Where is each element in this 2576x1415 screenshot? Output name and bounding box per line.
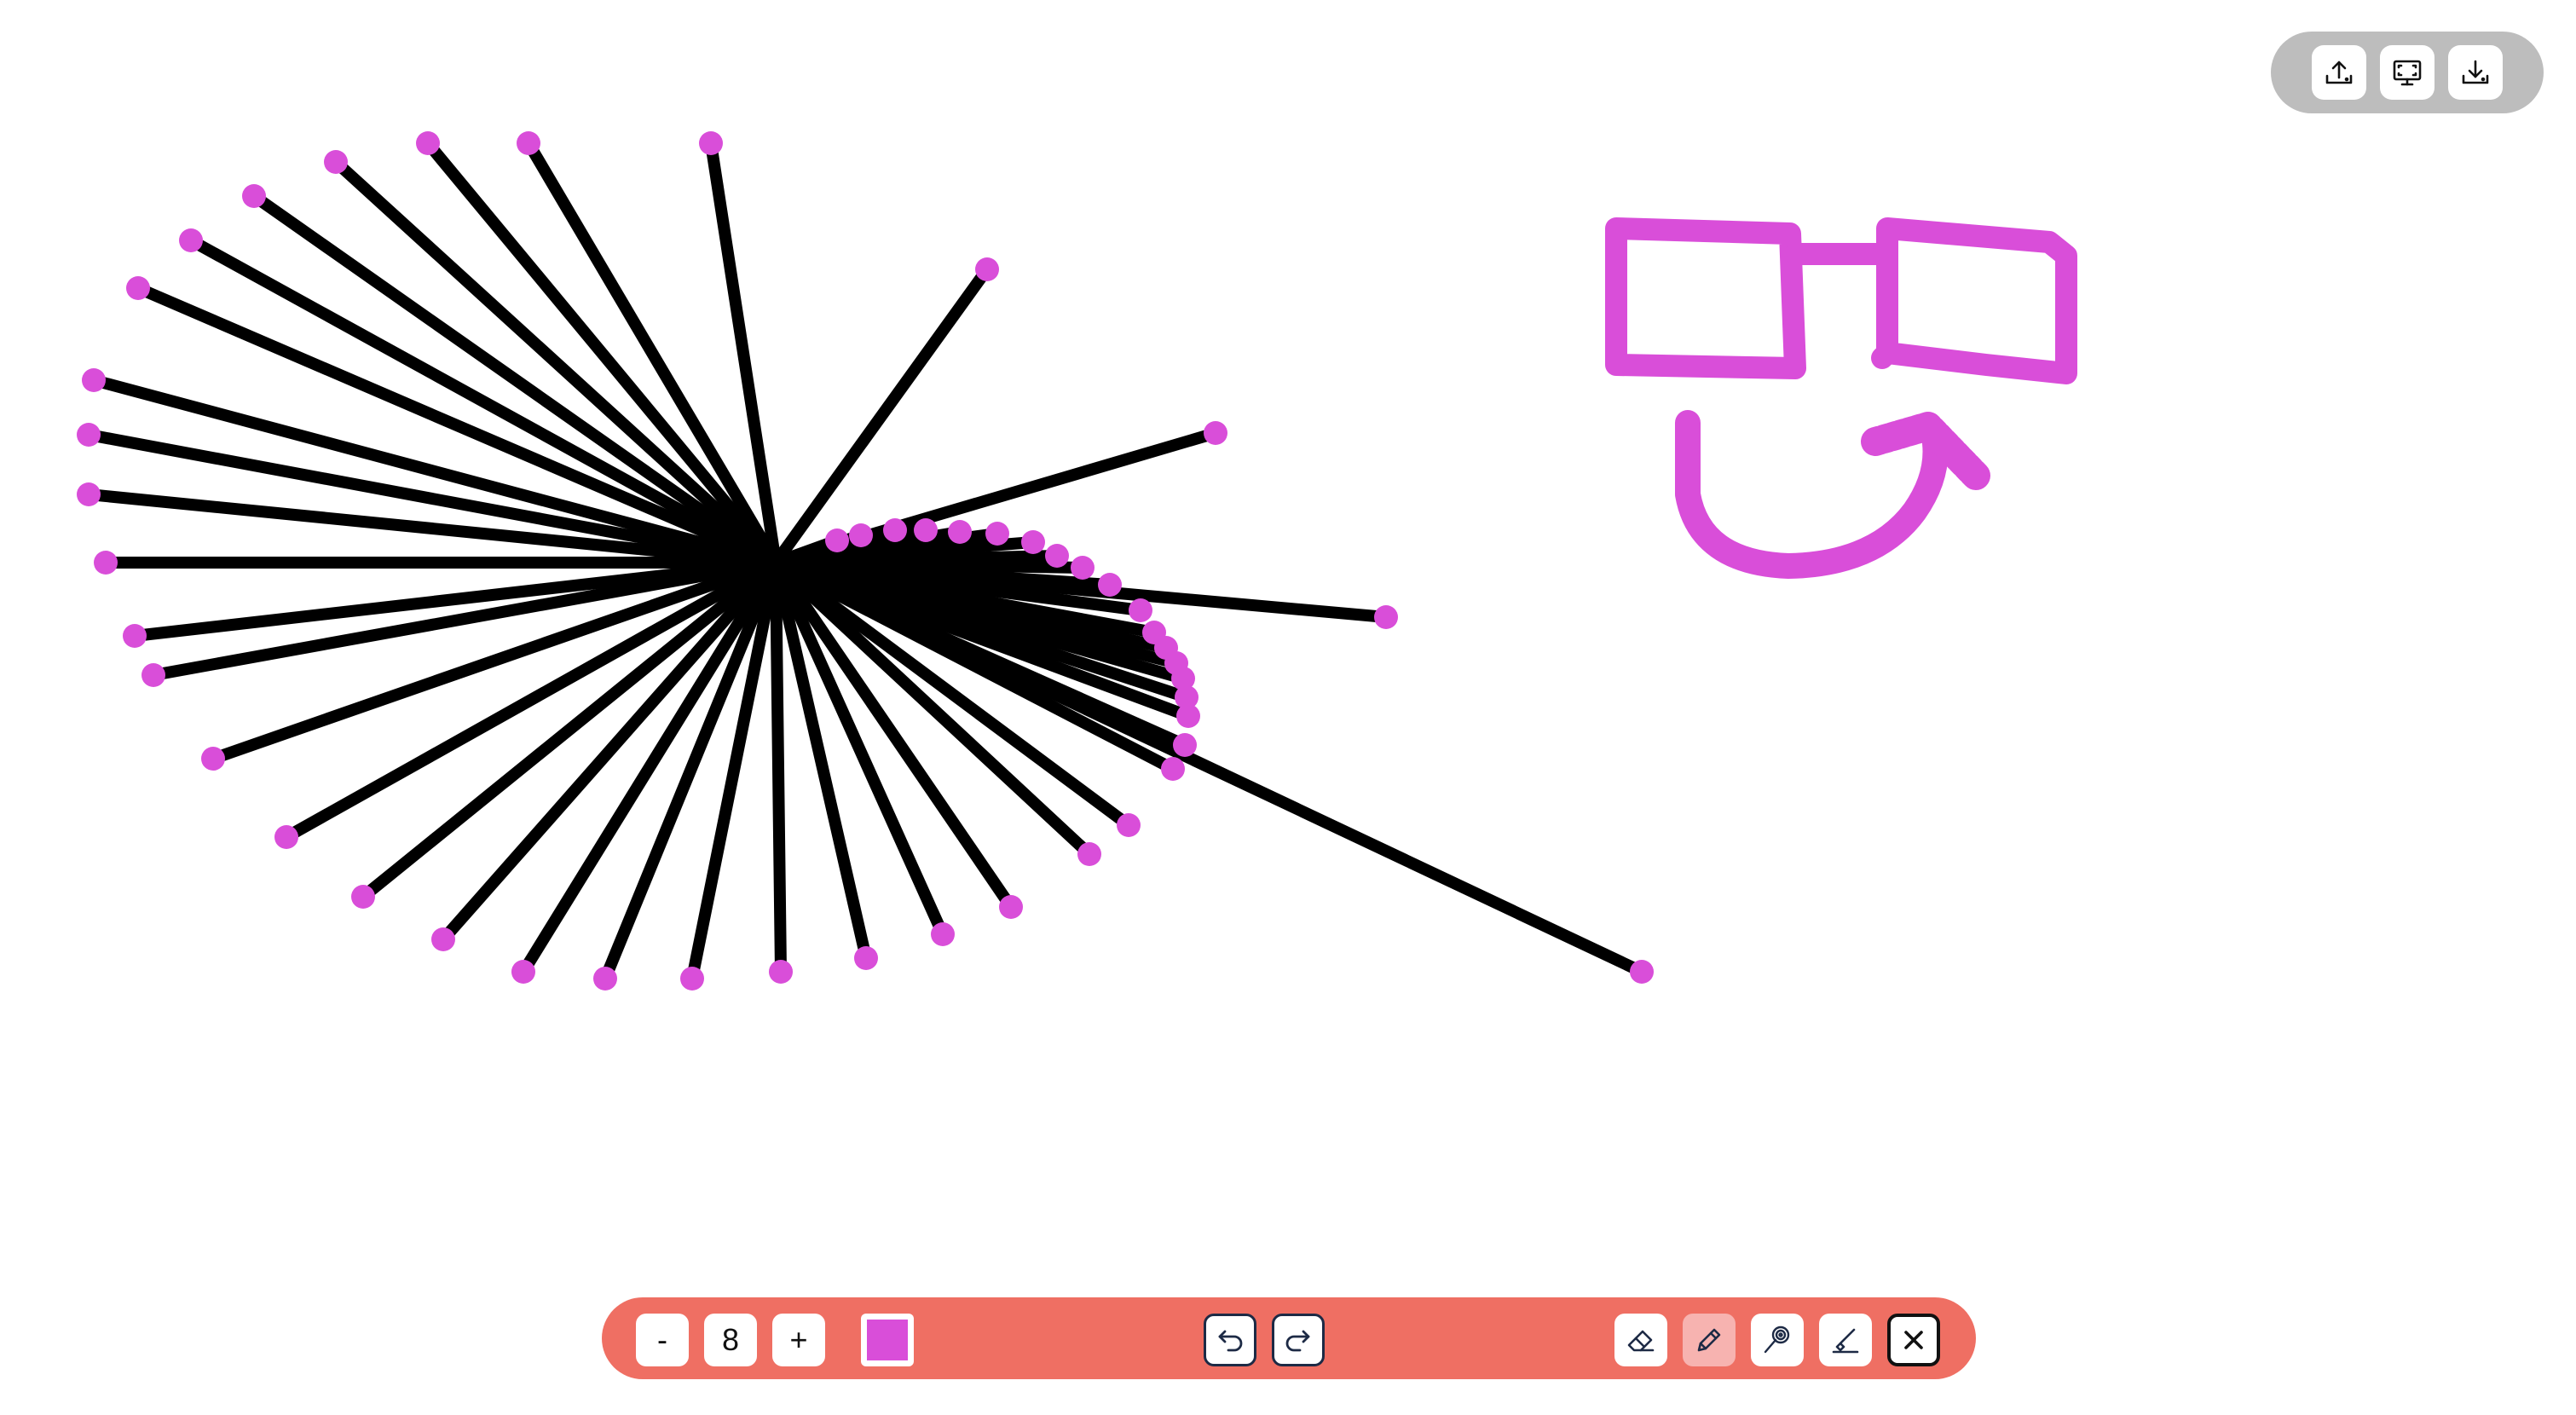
redo-button[interactable] — [1272, 1314, 1325, 1366]
line-endpoint — [416, 131, 440, 155]
line-endpoint — [854, 946, 878, 970]
increase-size-button[interactable]: + — [772, 1314, 825, 1366]
line-endpoint — [1630, 960, 1654, 984]
line-endpoint — [77, 423, 101, 447]
smile-arrow-doodle — [1675, 410, 1990, 579]
bottom-toolbar: - 8 + — [602, 1297, 1976, 1379]
color-swatch — [867, 1320, 908, 1360]
line-endpoint — [1161, 757, 1185, 781]
line-endpoint — [1204, 421, 1227, 445]
line-endpoint — [999, 895, 1023, 919]
lasso-icon — [1764, 1325, 1790, 1354]
close-tool[interactable] — [1887, 1314, 1940, 1366]
pencil-tool[interactable] — [1683, 1314, 1736, 1366]
lasso-tool[interactable] — [1751, 1314, 1804, 1366]
line-endpoint — [179, 228, 203, 252]
screen-icon — [2393, 60, 2422, 86]
highlighter-icon — [1832, 1328, 1859, 1354]
brush-size-value: 8 — [704, 1314, 757, 1366]
line-endpoint — [975, 257, 999, 281]
eraser-icon — [1627, 1330, 1655, 1352]
line-endpoint — [77, 482, 101, 506]
line-endpoint — [1142, 621, 1166, 644]
line-endpoint — [948, 520, 972, 544]
line-stroke — [770, 557, 787, 978]
line-endpoint — [242, 184, 266, 208]
line-endpoint — [1374, 605, 1398, 629]
line-endpoint — [593, 967, 617, 991]
decrease-size-button[interactable]: - — [636, 1314, 689, 1366]
line-stroke — [770, 263, 993, 569]
line-endpoint — [351, 885, 375, 909]
undo-button[interactable] — [1204, 1314, 1256, 1366]
line-endpoint — [123, 624, 147, 648]
line-endpoint — [769, 960, 793, 984]
line-endpoint — [1021, 530, 1045, 554]
line-endpoint — [680, 967, 704, 991]
line-endpoint — [985, 522, 1009, 546]
upload-icon — [2325, 61, 2353, 84]
line-endpoint — [511, 960, 535, 984]
redo-icon — [1285, 1330, 1310, 1352]
undo-icon — [1218, 1330, 1243, 1352]
line-endpoint — [142, 663, 165, 687]
top-action-panel — [2271, 32, 2544, 113]
color-picker[interactable] — [861, 1314, 914, 1366]
line-endpoint — [1071, 556, 1095, 580]
line-endpoint — [324, 150, 348, 174]
download-button[interactable] — [2448, 45, 2503, 100]
drawing-canvas[interactable] — [0, 0, 2576, 1415]
pencil-icon — [1697, 1328, 1721, 1352]
line-endpoint — [274, 825, 298, 849]
line-endpoint — [825, 528, 849, 552]
highlighter-tool[interactable] — [1819, 1314, 1872, 1366]
line-endpoint — [914, 518, 938, 542]
close-icon — [1904, 1331, 1923, 1349]
line-endpoint — [849, 523, 873, 547]
line-endpoint — [82, 368, 106, 392]
line-endpoint — [699, 131, 723, 155]
line-endpoint — [126, 276, 150, 300]
line-endpoint — [1173, 733, 1197, 757]
line-endpoint — [1117, 813, 1141, 837]
line-endpoint — [517, 131, 540, 155]
line-endpoint — [431, 927, 455, 951]
eraser-tool[interactable] — [1614, 1314, 1667, 1366]
upload-button[interactable] — [2312, 45, 2366, 100]
download-icon — [2462, 60, 2489, 84]
line-endpoint — [1077, 842, 1101, 866]
line-endpoint — [1045, 544, 1069, 568]
line-stroke — [132, 282, 782, 569]
line-endpoint — [94, 551, 118, 575]
line-strokes — [83, 137, 1648, 985]
glasses-doodle — [1605, 217, 2077, 384]
line-endpoint — [1098, 573, 1122, 597]
line-endpoint — [883, 518, 907, 542]
line-endpoint — [1129, 598, 1152, 622]
line-endpoint — [931, 922, 955, 946]
present-button[interactable] — [2380, 45, 2434, 100]
line-endpoint — [201, 747, 225, 771]
